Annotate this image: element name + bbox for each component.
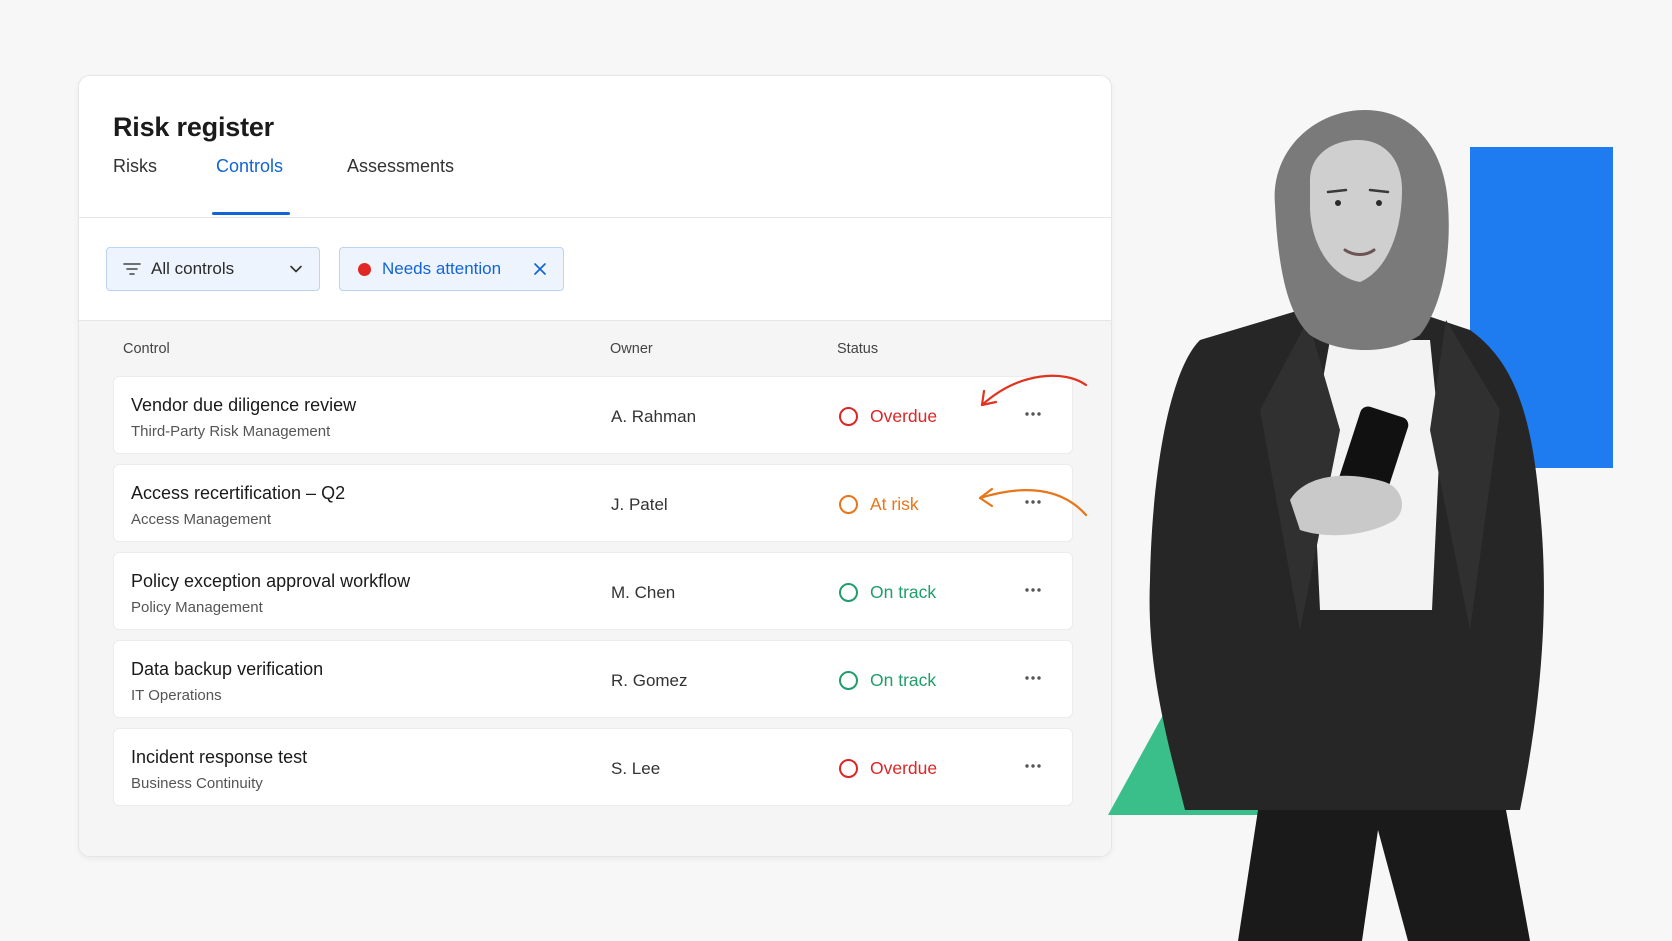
orange-annotation-arrow-icon	[978, 487, 1088, 517]
more-options-icon[interactable]	[1024, 675, 1042, 681]
control-name: Access recertification – Q2	[131, 483, 346, 503]
status-label: At risk	[870, 494, 919, 514]
control-category: IT Operations	[131, 687, 222, 704]
table-row[interactable]: Policy exception approval workflow Polic…	[113, 552, 1073, 630]
control-owner: A. Rahman	[611, 407, 697, 426]
risk-register-card: Risk register Risks Controls Assessments…	[78, 75, 1112, 857]
active-tab-indicator	[212, 212, 290, 215]
chevron-down-icon	[290, 265, 302, 273]
all-controls-dropdown[interactable]: All controls	[106, 247, 320, 291]
control-category: Third-Party Risk Management	[131, 423, 331, 440]
status-badge: Overdue	[839, 406, 937, 427]
status-ring-icon	[839, 759, 858, 778]
status-label: Overdue	[870, 758, 938, 778]
status-label: Overdue	[870, 406, 938, 426]
all-controls-label: All controls	[151, 259, 235, 278]
red-annotation-arrow-icon	[980, 374, 1088, 407]
red-dot-icon	[358, 262, 371, 276]
page-title: Risk register	[113, 112, 274, 142]
control-owner: R. Gomez	[611, 671, 688, 690]
control-category: Access Management	[131, 511, 272, 528]
control-name: Policy exception approval workflow	[131, 571, 411, 591]
tab-assessments[interactable]: Assessments	[347, 156, 454, 177]
status-ring-icon	[839, 407, 858, 426]
status-badge: Overdue	[839, 758, 937, 779]
control-owner: S. Lee	[611, 759, 661, 778]
needs-attention-label: Needs attention	[382, 259, 502, 278]
tab-risks[interactable]: Risks	[113, 156, 157, 177]
table-row[interactable]: Incident response test Business Continui…	[113, 728, 1073, 806]
control-name: Data backup verification	[131, 659, 324, 679]
table-row[interactable]: Access recertification – Q2 Access Manag…	[113, 464, 1073, 542]
control-owner: M. Chen	[611, 583, 676, 602]
more-options-icon[interactable]	[1024, 763, 1042, 769]
tab-controls[interactable]: Controls	[216, 156, 283, 177]
status-badge: At risk	[839, 494, 919, 515]
control-category: Policy Management	[131, 599, 263, 616]
status-label: On track	[870, 582, 937, 602]
column-header-control[interactable]: Control	[123, 341, 170, 357]
controls-table: Control Owner Status Vendor due diligenc…	[79, 320, 1111, 856]
more-options-icon[interactable]	[1024, 587, 1042, 593]
column-header-status[interactable]: Status	[837, 341, 878, 357]
businesswoman-photo	[1149, 110, 1544, 941]
control-name: Incident response test	[131, 747, 308, 767]
needs-attention-chip[interactable]: Needs attention	[339, 247, 564, 291]
control-owner: J. Patel	[611, 495, 668, 514]
control-name: Vendor due diligence review	[131, 395, 357, 415]
status-badge: On track	[839, 582, 936, 603]
status-ring-icon	[839, 495, 858, 514]
table-row[interactable]: Vendor due diligence review Third-Party …	[113, 376, 1073, 454]
close-icon[interactable]	[533, 262, 547, 276]
status-ring-icon	[839, 583, 858, 602]
control-category: Business Continuity	[131, 775, 263, 792]
table-row[interactable]: Data backup verification IT Operations R…	[113, 640, 1073, 718]
filter-icon	[123, 263, 141, 275]
status-label: On track	[870, 670, 937, 690]
status-ring-icon	[839, 671, 858, 690]
column-header-owner[interactable]: Owner	[610, 341, 653, 357]
status-badge: On track	[839, 670, 936, 691]
